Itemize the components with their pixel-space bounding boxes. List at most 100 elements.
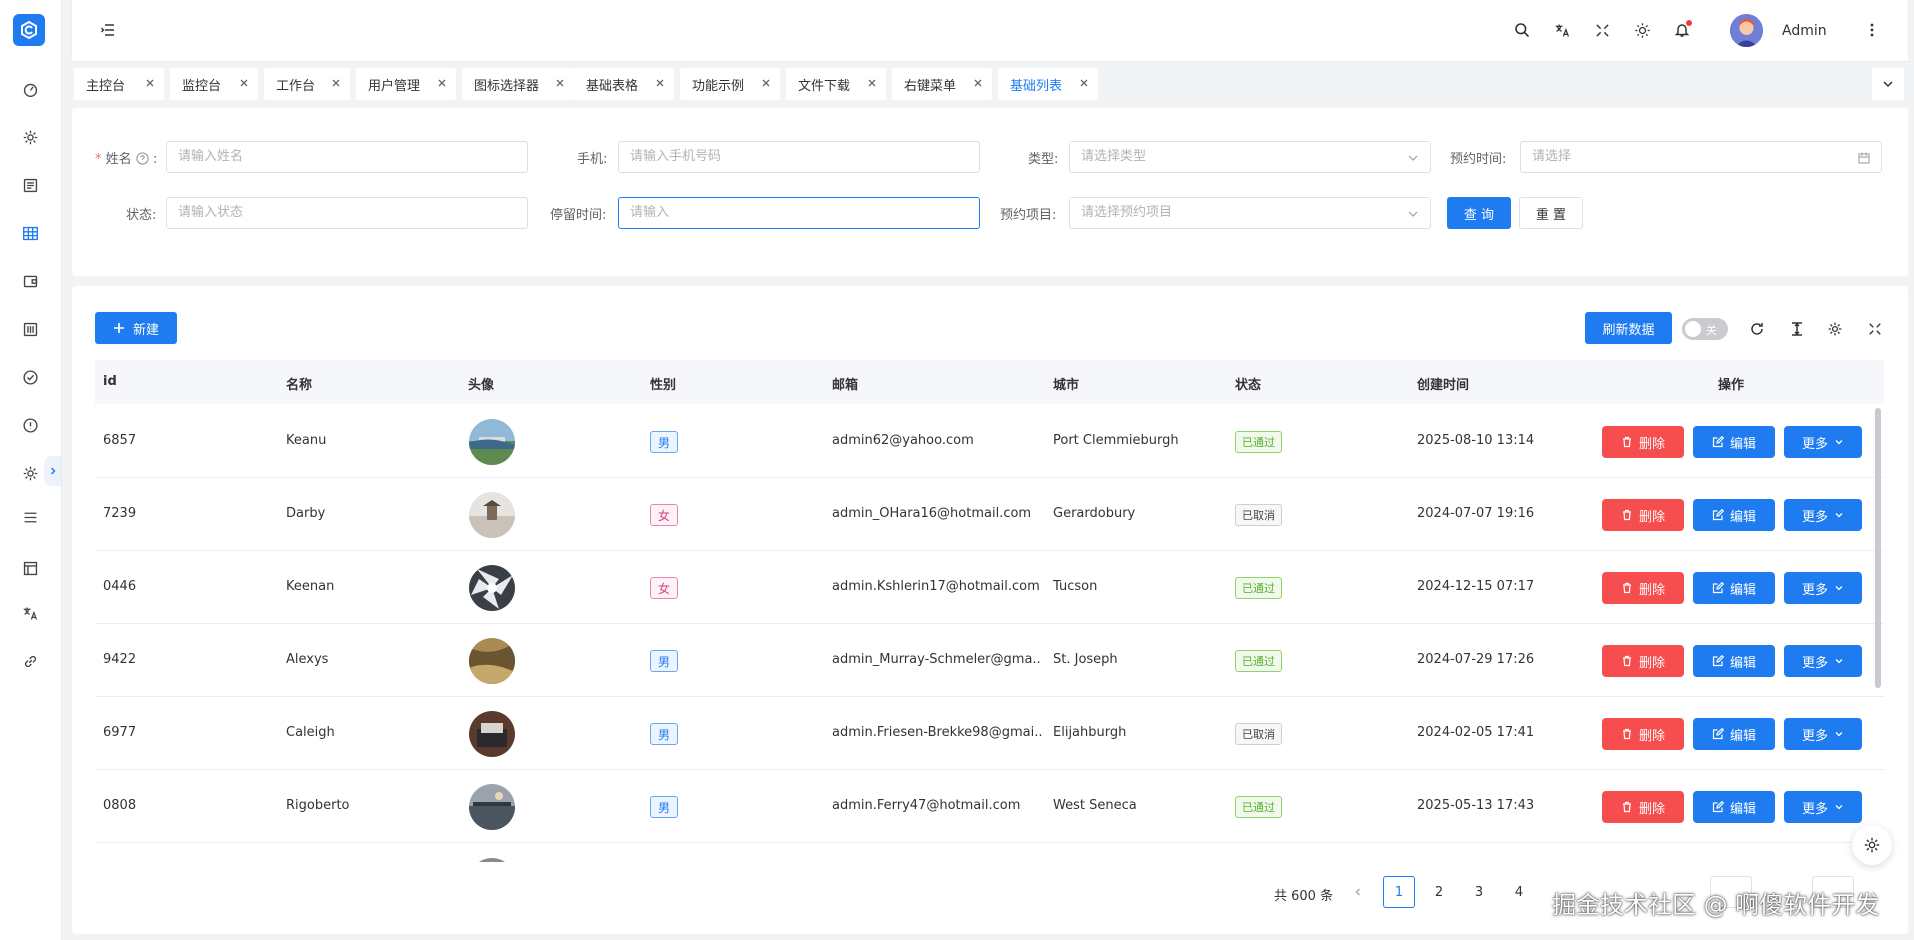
layout-icon[interactable] [18, 556, 42, 580]
chevron-down-icon [1835, 586, 1843, 591]
tab-monitor[interactable]: 监控台 [170, 68, 258, 100]
edit-button[interactable]: 编辑 [1693, 499, 1775, 531]
close-icon[interactable] [554, 77, 566, 89]
more-vertical-icon[interactable] [1862, 20, 1882, 40]
fullscreen-icon[interactable] [1592, 20, 1612, 40]
more-button[interactable]: 更多 [1784, 499, 1862, 531]
more-button[interactable]: 更多 [1784, 791, 1862, 823]
top-header: Admin [72, 0, 1908, 61]
link-icon[interactable] [18, 649, 42, 673]
appointment-time-picker[interactable]: 请选择 [1520, 141, 1882, 173]
close-icon[interactable] [760, 77, 772, 89]
translate-icon[interactable] [1552, 20, 1572, 40]
menu-icon[interactable] [18, 505, 42, 529]
column-header[interactable]: 创建时间 [1417, 374, 1469, 393]
wallet-icon[interactable] [18, 269, 42, 293]
reload-icon[interactable] [1748, 320, 1766, 338]
column-header[interactable]: 状态 [1235, 374, 1261, 393]
column-settings-icon[interactable] [1826, 320, 1844, 338]
table-icon[interactable] [18, 221, 42, 245]
search-icon[interactable] [1512, 20, 1532, 40]
more-button[interactable]: 更多 [1784, 645, 1862, 677]
delete-button[interactable]: 删除 [1602, 791, 1684, 823]
column-header[interactable]: 操作 [1718, 374, 1744, 393]
help-icon[interactable] [136, 152, 149, 165]
page-button[interactable]: 1 [1383, 876, 1415, 908]
tab-label: 基础表格 [586, 78, 639, 94]
tab-icon-selector[interactable]: 图标选择器 [462, 68, 574, 100]
theme-sun-icon[interactable] [1632, 20, 1652, 40]
user-avatar[interactable] [1730, 14, 1763, 47]
column-height-icon[interactable] [1788, 320, 1806, 338]
tab-basic-list[interactable]: 基础列表 [998, 68, 1098, 100]
system-settings-icon[interactable] [18, 461, 42, 485]
delete-button[interactable]: 删除 [1602, 645, 1684, 677]
column-header[interactable]: 头像 [468, 374, 494, 393]
page-button[interactable]: 4 [1503, 876, 1535, 908]
query-button[interactable]: 查 询 [1447, 197, 1511, 229]
page-button[interactable]: 3 [1463, 876, 1495, 908]
delete-button[interactable]: 删除 [1602, 499, 1684, 531]
warning-icon[interactable] [18, 413, 42, 437]
tab-context-menu[interactable]: 右键菜单 [892, 68, 992, 100]
name-input[interactable]: 请输入姓名 [166, 141, 528, 173]
reset-button[interactable]: 重 置 [1519, 197, 1583, 229]
translate-nav-icon[interactable] [18, 601, 42, 625]
new-button[interactable]: 新建 [95, 312, 177, 344]
close-icon[interactable] [1078, 77, 1090, 89]
close-icon[interactable] [144, 77, 156, 89]
more-button[interactable]: 更多 [1784, 426, 1862, 458]
edit-button[interactable]: 编辑 [1693, 572, 1775, 604]
column-header[interactable]: 性别 [650, 374, 676, 393]
tab-workbench[interactable]: 工作台 [264, 68, 350, 100]
prev-page-button[interactable] [1342, 876, 1374, 908]
tab-user-management[interactable]: 用户管理 [356, 68, 456, 100]
tab-basic-table[interactable]: 基础表格 [574, 68, 674, 100]
tabs-dropdown-button[interactable] [1872, 68, 1904, 100]
edit-button[interactable]: 编辑 [1693, 718, 1775, 750]
column-header[interactable]: 邮箱 [832, 374, 858, 393]
more-button[interactable]: 更多 [1784, 572, 1862, 604]
phone-input[interactable]: 请输入手机号码 [618, 141, 980, 173]
menu-fold-icon[interactable] [98, 20, 118, 40]
settings-icon[interactable] [18, 125, 42, 149]
sliders-icon[interactable] [18, 317, 42, 341]
close-icon[interactable] [654, 77, 666, 89]
close-icon[interactable] [436, 77, 448, 89]
trash-icon [1622, 436, 1631, 448]
close-icon[interactable] [330, 77, 342, 89]
project-select[interactable]: 请选择预约项目 [1069, 197, 1431, 229]
column-header[interactable]: id [103, 374, 117, 389]
document-icon[interactable] [18, 173, 42, 197]
tab-main-console[interactable]: 主控台 [74, 68, 164, 100]
refresh-data-button[interactable]: 刷新数据 [1585, 312, 1672, 344]
table-fullscreen-icon[interactable] [1866, 320, 1884, 338]
edit-button[interactable]: 编辑 [1693, 645, 1775, 677]
status-input[interactable]: 请输入状态 [166, 197, 528, 229]
close-icon[interactable] [866, 77, 878, 89]
page-button[interactable]: 2 [1423, 876, 1455, 908]
delete-button[interactable]: 删除 [1602, 718, 1684, 750]
check-circle-icon[interactable] [18, 365, 42, 389]
column-header[interactable]: 名称 [286, 374, 312, 393]
close-icon[interactable] [972, 77, 984, 89]
tab-file-download[interactable]: 文件下载 [786, 68, 886, 100]
tab-feature-examples[interactable]: 功能示例 [680, 68, 780, 100]
close-icon[interactable] [238, 77, 250, 89]
app-logo[interactable] [13, 14, 45, 46]
table-scrollbar[interactable] [1875, 408, 1881, 688]
dashboard-icon[interactable] [18, 77, 42, 101]
stay-time-input[interactable]: 请输入 [618, 197, 980, 229]
column-header[interactable]: 城市 [1053, 374, 1079, 393]
toggle-switch[interactable]: 关 [1682, 318, 1728, 340]
type-select[interactable]: 请选择类型 [1069, 141, 1431, 173]
notification-bell-icon[interactable] [1672, 20, 1692, 40]
delete-button[interactable]: 删除 [1602, 426, 1684, 458]
user-name[interactable]: Admin [1782, 23, 1827, 39]
more-button[interactable]: 更多 [1784, 718, 1862, 750]
edit-button[interactable]: 编辑 [1693, 426, 1775, 458]
edit-button[interactable]: 编辑 [1693, 791, 1775, 823]
floating-settings-button[interactable] [1852, 825, 1892, 865]
delete-button[interactable]: 删除 [1602, 572, 1684, 604]
sidebar-expand-button[interactable] [44, 456, 61, 486]
